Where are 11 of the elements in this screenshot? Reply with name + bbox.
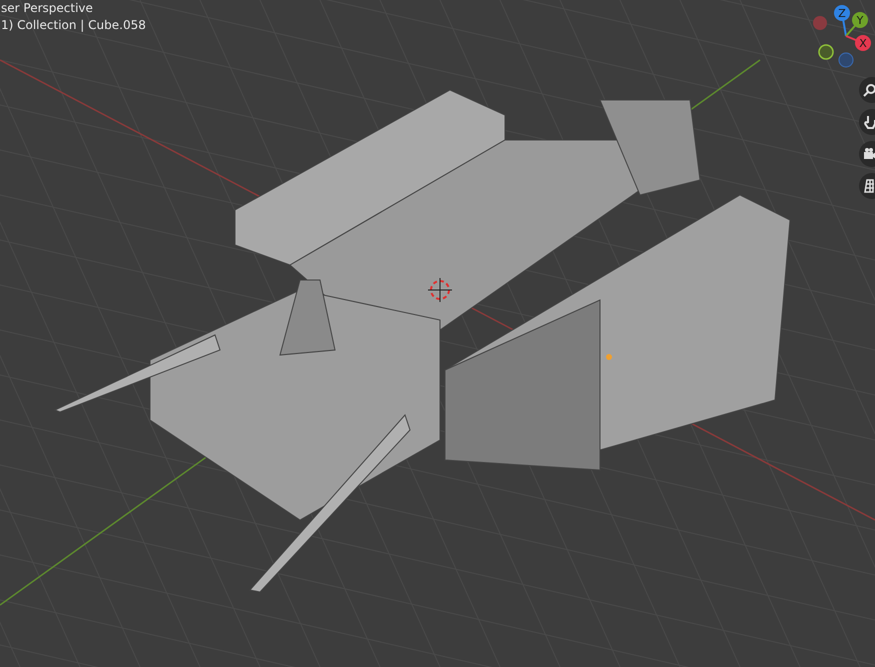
axis-handle[interactable] (852, 12, 868, 28)
view-name: ser Perspective (1, 0, 94, 17)
axis-label: Y (856, 14, 864, 27)
negative-y-axis-icon[interactable] (818, 44, 834, 60)
axis-label: Z (838, 7, 846, 20)
collection-label: 1) Collection | Cube.058 (1, 17, 146, 34)
axis-handle[interactable] (834, 5, 850, 21)
axis-label: X (859, 37, 867, 50)
origin-dot (606, 354, 612, 360)
3d-cursor-icon (428, 278, 452, 302)
axis-handle[interactable] (855, 35, 871, 51)
